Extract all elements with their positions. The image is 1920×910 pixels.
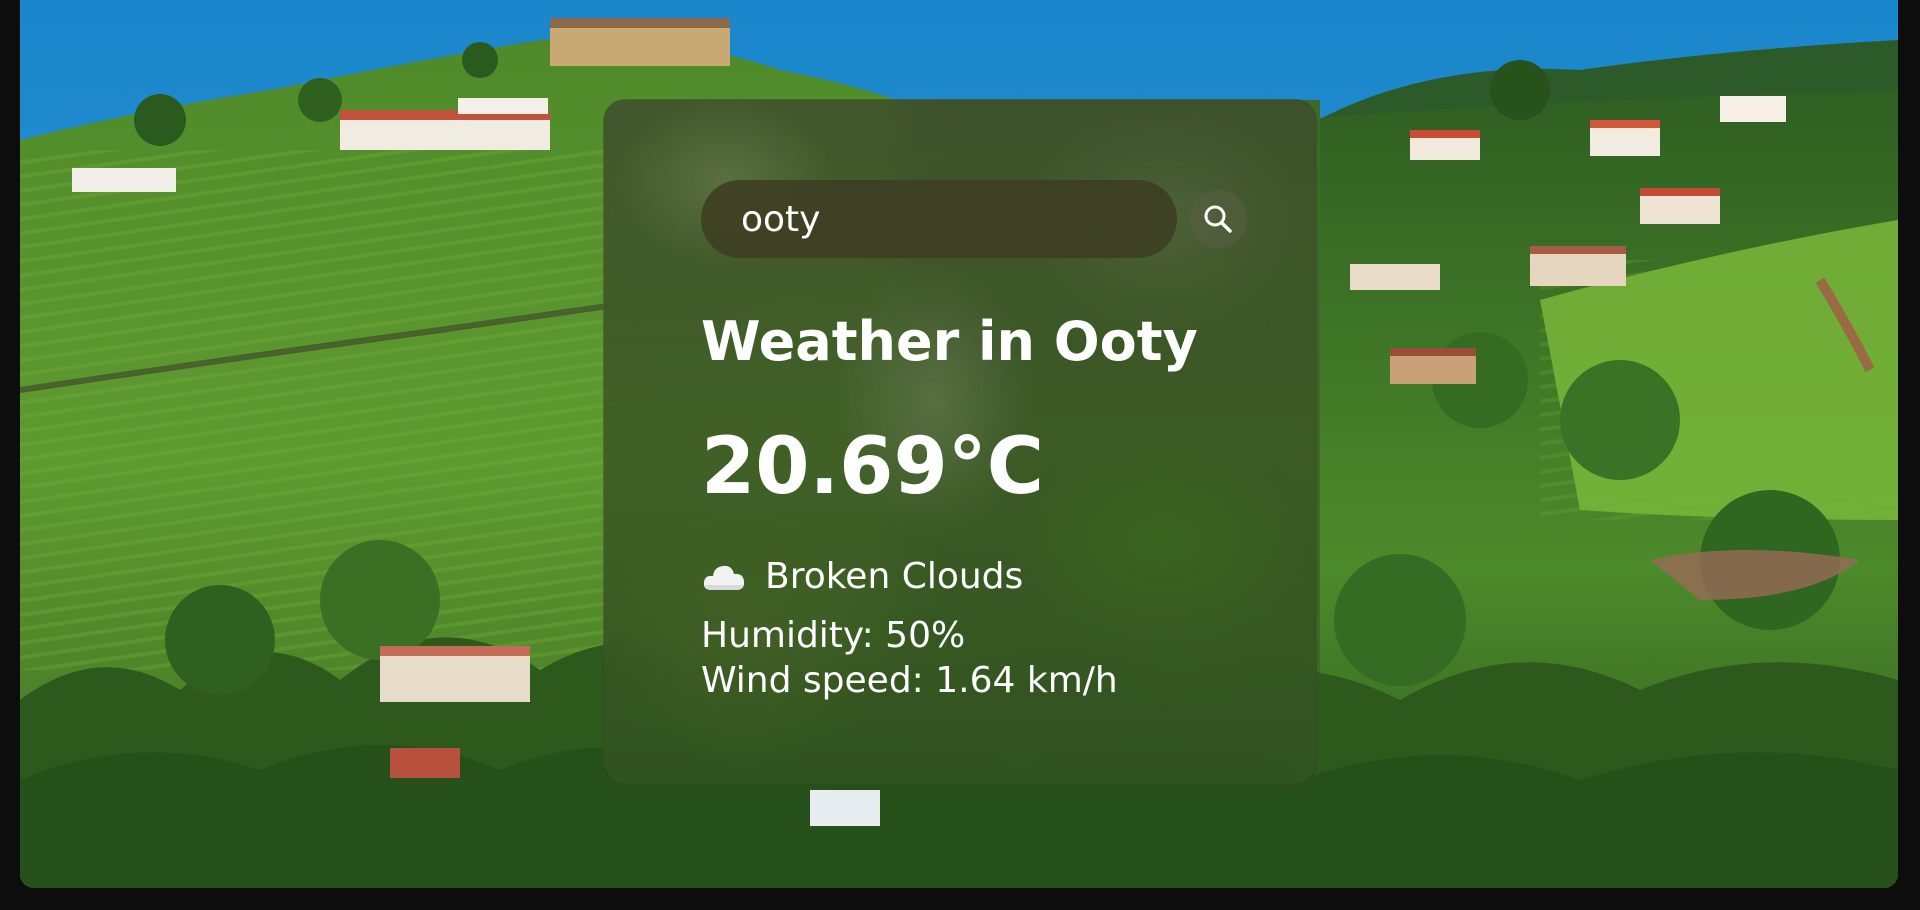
humidity-reading: Humidity: 50% bbox=[701, 615, 966, 656]
search-input[interactable] bbox=[701, 180, 1177, 258]
cloud-icon bbox=[703, 565, 745, 590]
weather-condition: Broken Clouds bbox=[701, 556, 1023, 597]
search-bar bbox=[701, 180, 1247, 258]
weather-title: Weather in Ooty bbox=[701, 310, 1198, 373]
search-button[interactable] bbox=[1189, 190, 1247, 248]
weather-card: Weather in Ooty 20.69°C Broken Clouds Hu… bbox=[603, 99, 1317, 785]
app-window: Weather in Ooty 20.69°C Broken Clouds Hu… bbox=[20, 0, 1898, 888]
temperature-value: 20.69°C bbox=[701, 422, 1044, 512]
wind-speed-reading: Wind speed: 1.64 km/h bbox=[701, 660, 1118, 701]
weather-description: Broken Clouds bbox=[765, 556, 1024, 597]
search-icon bbox=[1204, 205, 1232, 233]
